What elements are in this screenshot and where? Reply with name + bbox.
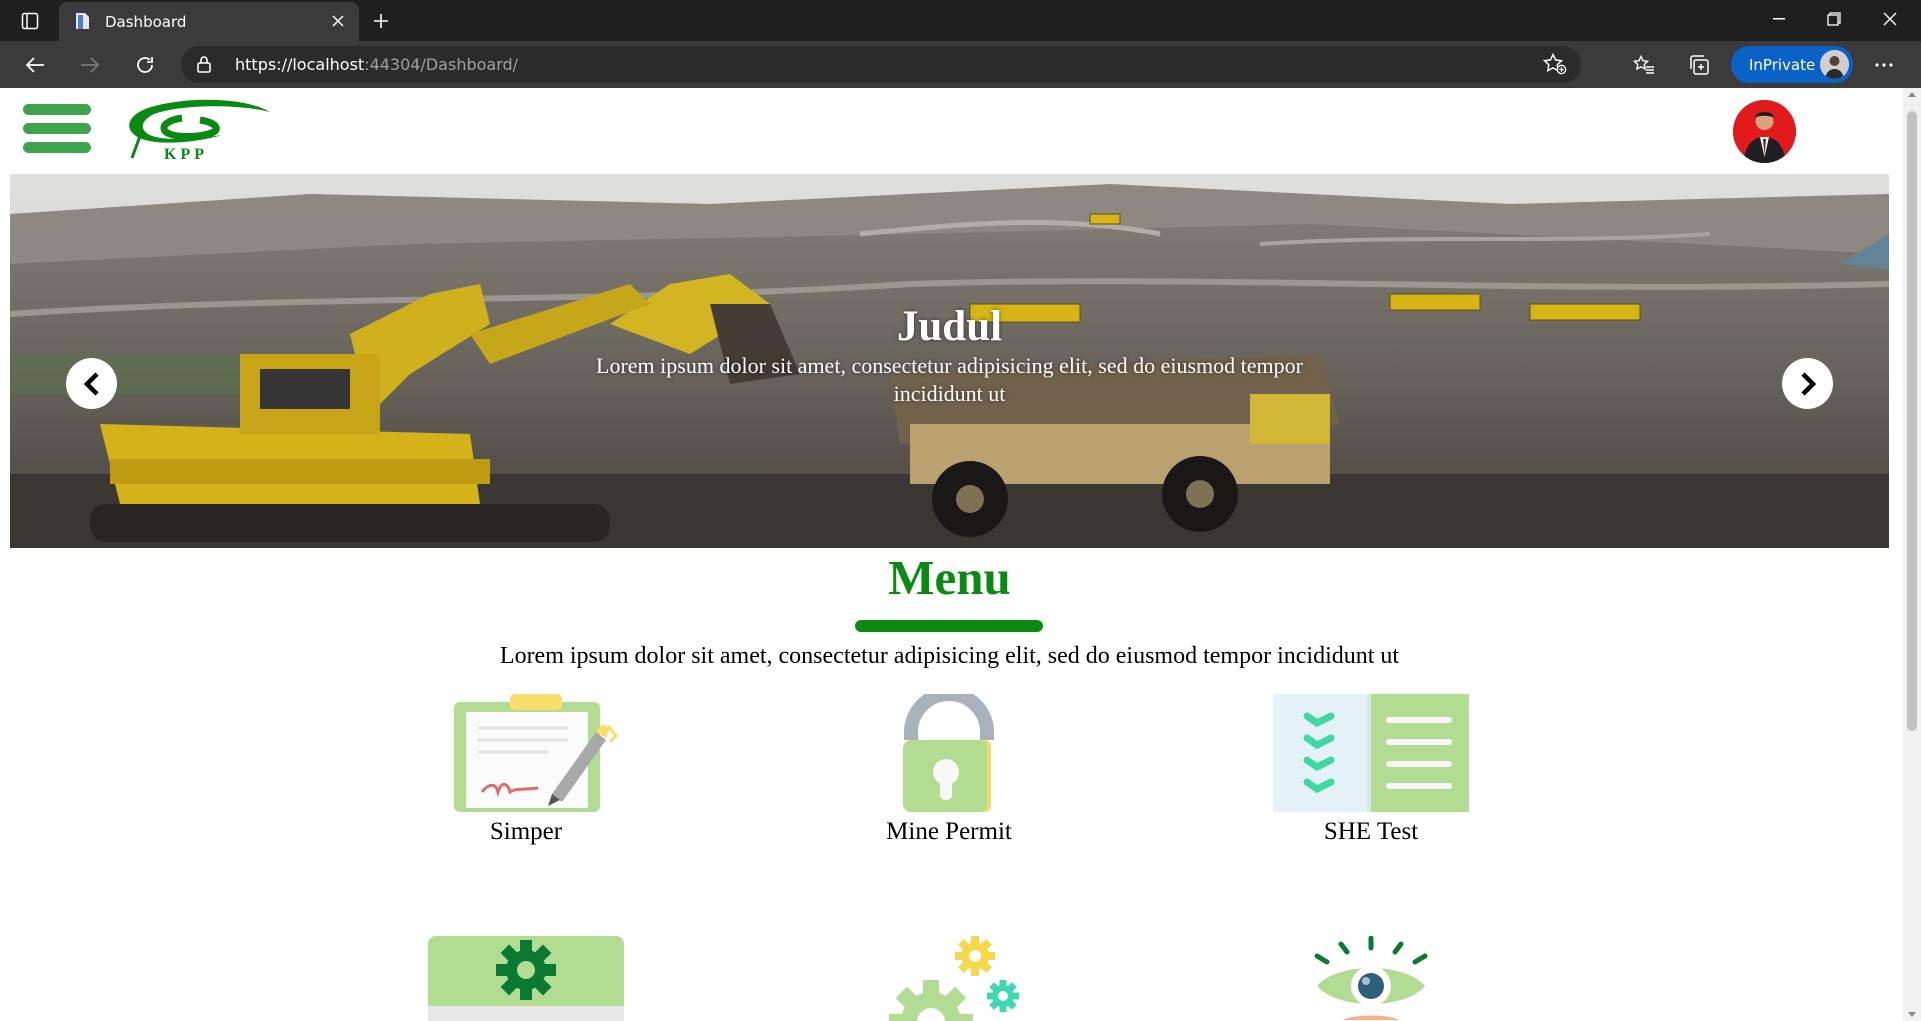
padlock-icon — [851, 687, 1047, 814]
browser-tab-bar: Dashboard — [0, 0, 1921, 41]
kpp-logo[interactable]: KPP — [120, 96, 274, 163]
inprivate-button[interactable]: InPrivate — [1731, 46, 1853, 83]
tab-title: Dashboard — [105, 13, 187, 31]
carousel-next-button[interactable] — [1782, 358, 1833, 409]
menu-tile-label: Mine Permit — [886, 818, 1012, 845]
chevron-left-icon — [83, 371, 99, 396]
address-bar[interactable]: https://localhost:44304/Dashboard/ — [181, 46, 1581, 83]
user-avatar[interactable] — [1733, 100, 1796, 163]
menu-tile-mine-permit[interactable]: Mine Permit — [829, 687, 1069, 846]
gears-icon — [851, 936, 1047, 1021]
url-text[interactable]: https://localhost:44304/Dashboard/ — [235, 55, 518, 74]
menu-tile-simper[interactable]: Simper — [406, 692, 646, 846]
hamburger-menu-icon[interactable] — [23, 104, 91, 154]
scroll-up-icon[interactable] — [1908, 92, 1916, 97]
menu-description: Lorem ipsum dolor sit amet, consectetur … — [499, 643, 1400, 669]
forward-icon[interactable] — [72, 47, 108, 83]
checklist-icon — [1273, 694, 1469, 814]
carousel-title: Judul — [896, 303, 1003, 350]
clipboard-sign-icon — [428, 692, 624, 814]
tab-actions-icon[interactable] — [14, 8, 46, 34]
menu-tile-settings[interactable] — [406, 936, 646, 1021]
browser-tab-dashboard[interactable]: Dashboard — [59, 2, 359, 41]
dashboard-page: KPP Judul Lorem ipsum dolor sit amet, co… — [0, 88, 1903, 1021]
page-favicon-icon — [73, 12, 91, 30]
close-tab-icon[interactable] — [327, 10, 349, 32]
profile-avatar-icon — [1820, 50, 1849, 79]
carousel-description: Lorem ipsum dolor sit amet, consectetur … — [596, 353, 1303, 406]
carousel-caption: Judul Lorem ipsum dolor sit amet, consec… — [10, 302, 1889, 408]
refresh-icon[interactable] — [127, 47, 163, 83]
lock-icon[interactable] — [197, 55, 211, 78]
gear-panel-icon — [428, 936, 624, 1021]
menu-tile-observation[interactable] — [1251, 935, 1491, 1021]
logo-text: KPP — [164, 146, 208, 162]
browser-nav-bar: https://localhost:44304/Dashboard/ InPri… — [0, 41, 1921, 88]
favorites-icon[interactable] — [1626, 47, 1662, 83]
page-scrollbar[interactable] — [1903, 88, 1921, 1021]
menu-tile-she-test[interactable]: SHE Test — [1251, 694, 1491, 846]
add-favorite-icon[interactable] — [1542, 52, 1567, 80]
minimize-icon[interactable] — [1751, 0, 1807, 38]
menu-tile-process[interactable] — [829, 936, 1069, 1021]
chevron-right-icon — [1800, 371, 1816, 396]
close-window-icon[interactable] — [1862, 0, 1918, 38]
back-icon[interactable] — [17, 47, 53, 83]
inprivate-label: InPrivate — [1749, 56, 1816, 74]
scroll-down-icon[interactable] — [1908, 1012, 1916, 1017]
hero-carousel: Judul Lorem ipsum dolor sit amet, consec… — [10, 174, 1889, 548]
scrollbar-thumb[interactable] — [1907, 111, 1917, 731]
carousel-prev-button[interactable] — [66, 358, 117, 409]
menu-heading: Menu — [888, 550, 1011, 605]
eye-icon — [1273, 935, 1469, 1021]
menu-tile-label: SHE Test — [1323, 818, 1419, 845]
menu-underline — [855, 620, 1043, 632]
collections-icon[interactable] — [1681, 47, 1717, 83]
new-tab-icon[interactable] — [367, 7, 395, 35]
menu-tile-label: Simper — [489, 818, 563, 845]
more-options-icon[interactable] — [1866, 47, 1902, 83]
restore-icon[interactable] — [1806, 0, 1862, 38]
